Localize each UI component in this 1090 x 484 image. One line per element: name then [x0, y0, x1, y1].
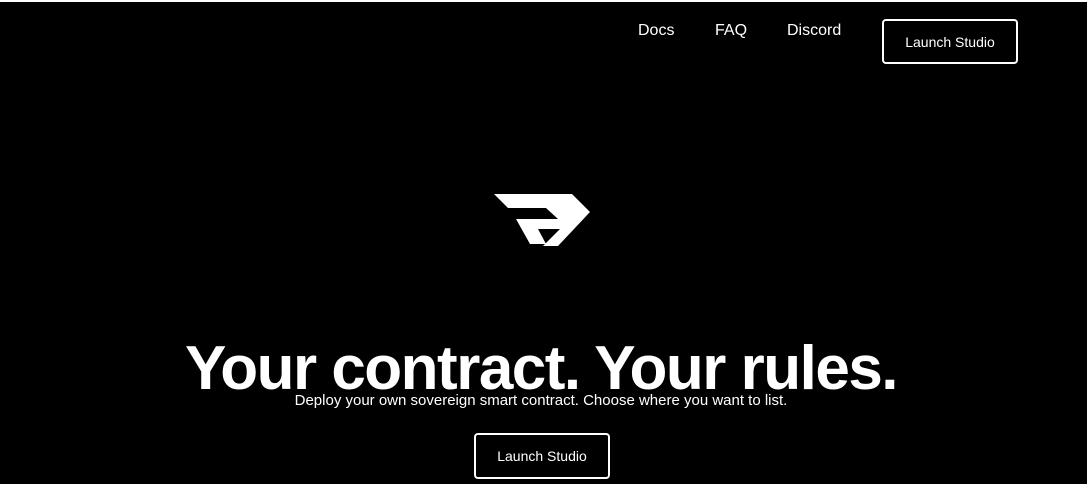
- hero-subheadline: Deploy your own sovereign smart contract…: [294, 392, 788, 409]
- top-nav: Docs FAQ Discord Launch Studio: [0, 19, 1090, 67]
- landing-page: Docs FAQ Discord Launch Studio Your cont…: [0, 0, 1090, 484]
- nav-launch-studio-button[interactable]: Launch Studio: [882, 19, 1018, 64]
- nav-link-docs[interactable]: Docs: [638, 21, 674, 41]
- nav-link-discord[interactable]: Discord: [787, 21, 841, 41]
- nav-link-faq[interactable]: FAQ: [715, 21, 747, 41]
- hero-launch-studio-button[interactable]: Launch Studio: [474, 433, 610, 479]
- stylized-r-logo-icon: [494, 194, 590, 246]
